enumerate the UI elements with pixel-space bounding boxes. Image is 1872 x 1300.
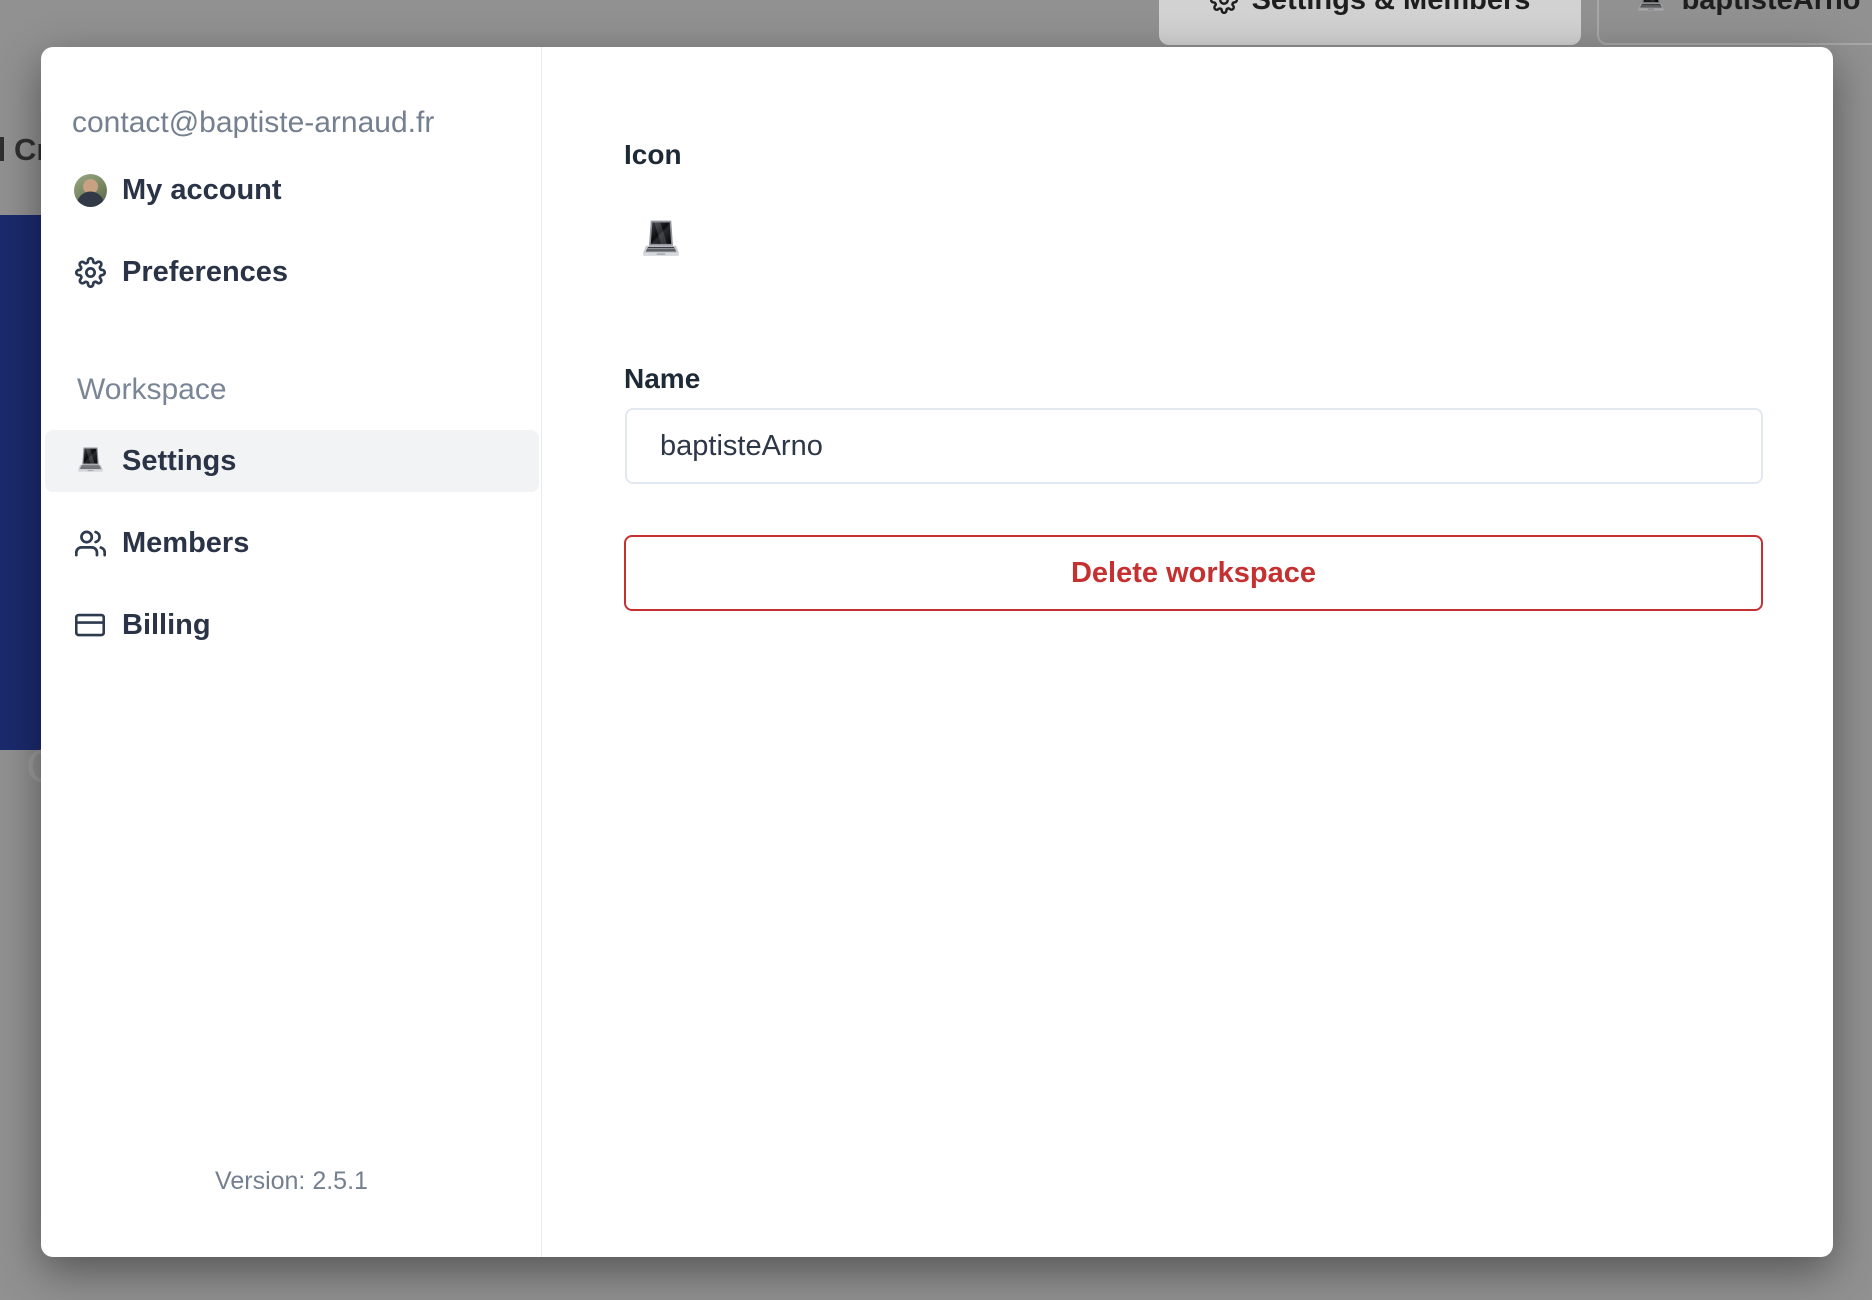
laptop-emoji-icon bbox=[1634, 0, 1668, 17]
name-section-label: Name bbox=[624, 363, 701, 394]
gear-icon bbox=[1210, 0, 1238, 14]
sidebar-item-label: Members bbox=[122, 526, 250, 559]
screen: Settings & Members baptisteArno Cr C con… bbox=[0, 0, 1872, 1300]
backdrop-blue-panel: C bbox=[0, 215, 59, 792]
account-email: contact@baptiste-arnaud.fr bbox=[72, 106, 435, 139]
avatar bbox=[73, 173, 107, 207]
app-version: Version: 2.5.1 bbox=[215, 1167, 368, 1195]
credit-card-icon bbox=[73, 608, 107, 642]
sidebar-item-label: Billing bbox=[122, 608, 211, 641]
settings-and-members-label: Settings & Members bbox=[1252, 0, 1531, 17]
workspace-settings-modal: contact@baptiste-arnaud.fr My account Pr… bbox=[41, 47, 1833, 1257]
workspace-switcher-button[interactable]: baptisteArno bbox=[1597, 0, 1872, 45]
workspace-section-header: Workspace bbox=[77, 373, 227, 406]
settings-panel: Icon Name Delete workspace bbox=[542, 47, 1833, 1257]
workspace-switcher-label: baptisteArno bbox=[1682, 0, 1861, 17]
sidebar-item-billing[interactable]: Billing bbox=[45, 594, 539, 656]
delete-workspace-button[interactable]: Delete workspace bbox=[624, 535, 1763, 611]
backdrop-cut-icon bbox=[0, 137, 4, 161]
workspace-name-input[interactable] bbox=[625, 408, 1763, 484]
sidebar-item-my-account[interactable]: My account bbox=[45, 159, 539, 221]
icon-section-label: Icon bbox=[624, 139, 682, 170]
delete-workspace-label: Delete workspace bbox=[1070, 556, 1316, 589]
sidebar-item-label: Preferences bbox=[122, 255, 289, 288]
settings-and-members-button[interactable]: Settings & Members bbox=[1159, 0, 1581, 45]
sidebar-item-settings[interactable]: Settings bbox=[45, 430, 539, 492]
sidebar-item-label: Settings bbox=[122, 444, 237, 477]
sidebar-item-members[interactable]: Members bbox=[45, 512, 539, 574]
laptop-emoji-icon bbox=[637, 217, 685, 265]
users-icon bbox=[73, 526, 107, 560]
laptop-emoji-icon bbox=[73, 444, 107, 478]
sidebar-item-preferences[interactable]: Preferences bbox=[45, 241, 539, 303]
sidebar-item-label: My account bbox=[122, 173, 282, 206]
settings-sidebar: contact@baptiste-arnaud.fr My account Pr… bbox=[41, 47, 542, 1257]
gear-icon bbox=[73, 255, 107, 289]
workspace-icon-button[interactable] bbox=[637, 217, 685, 265]
